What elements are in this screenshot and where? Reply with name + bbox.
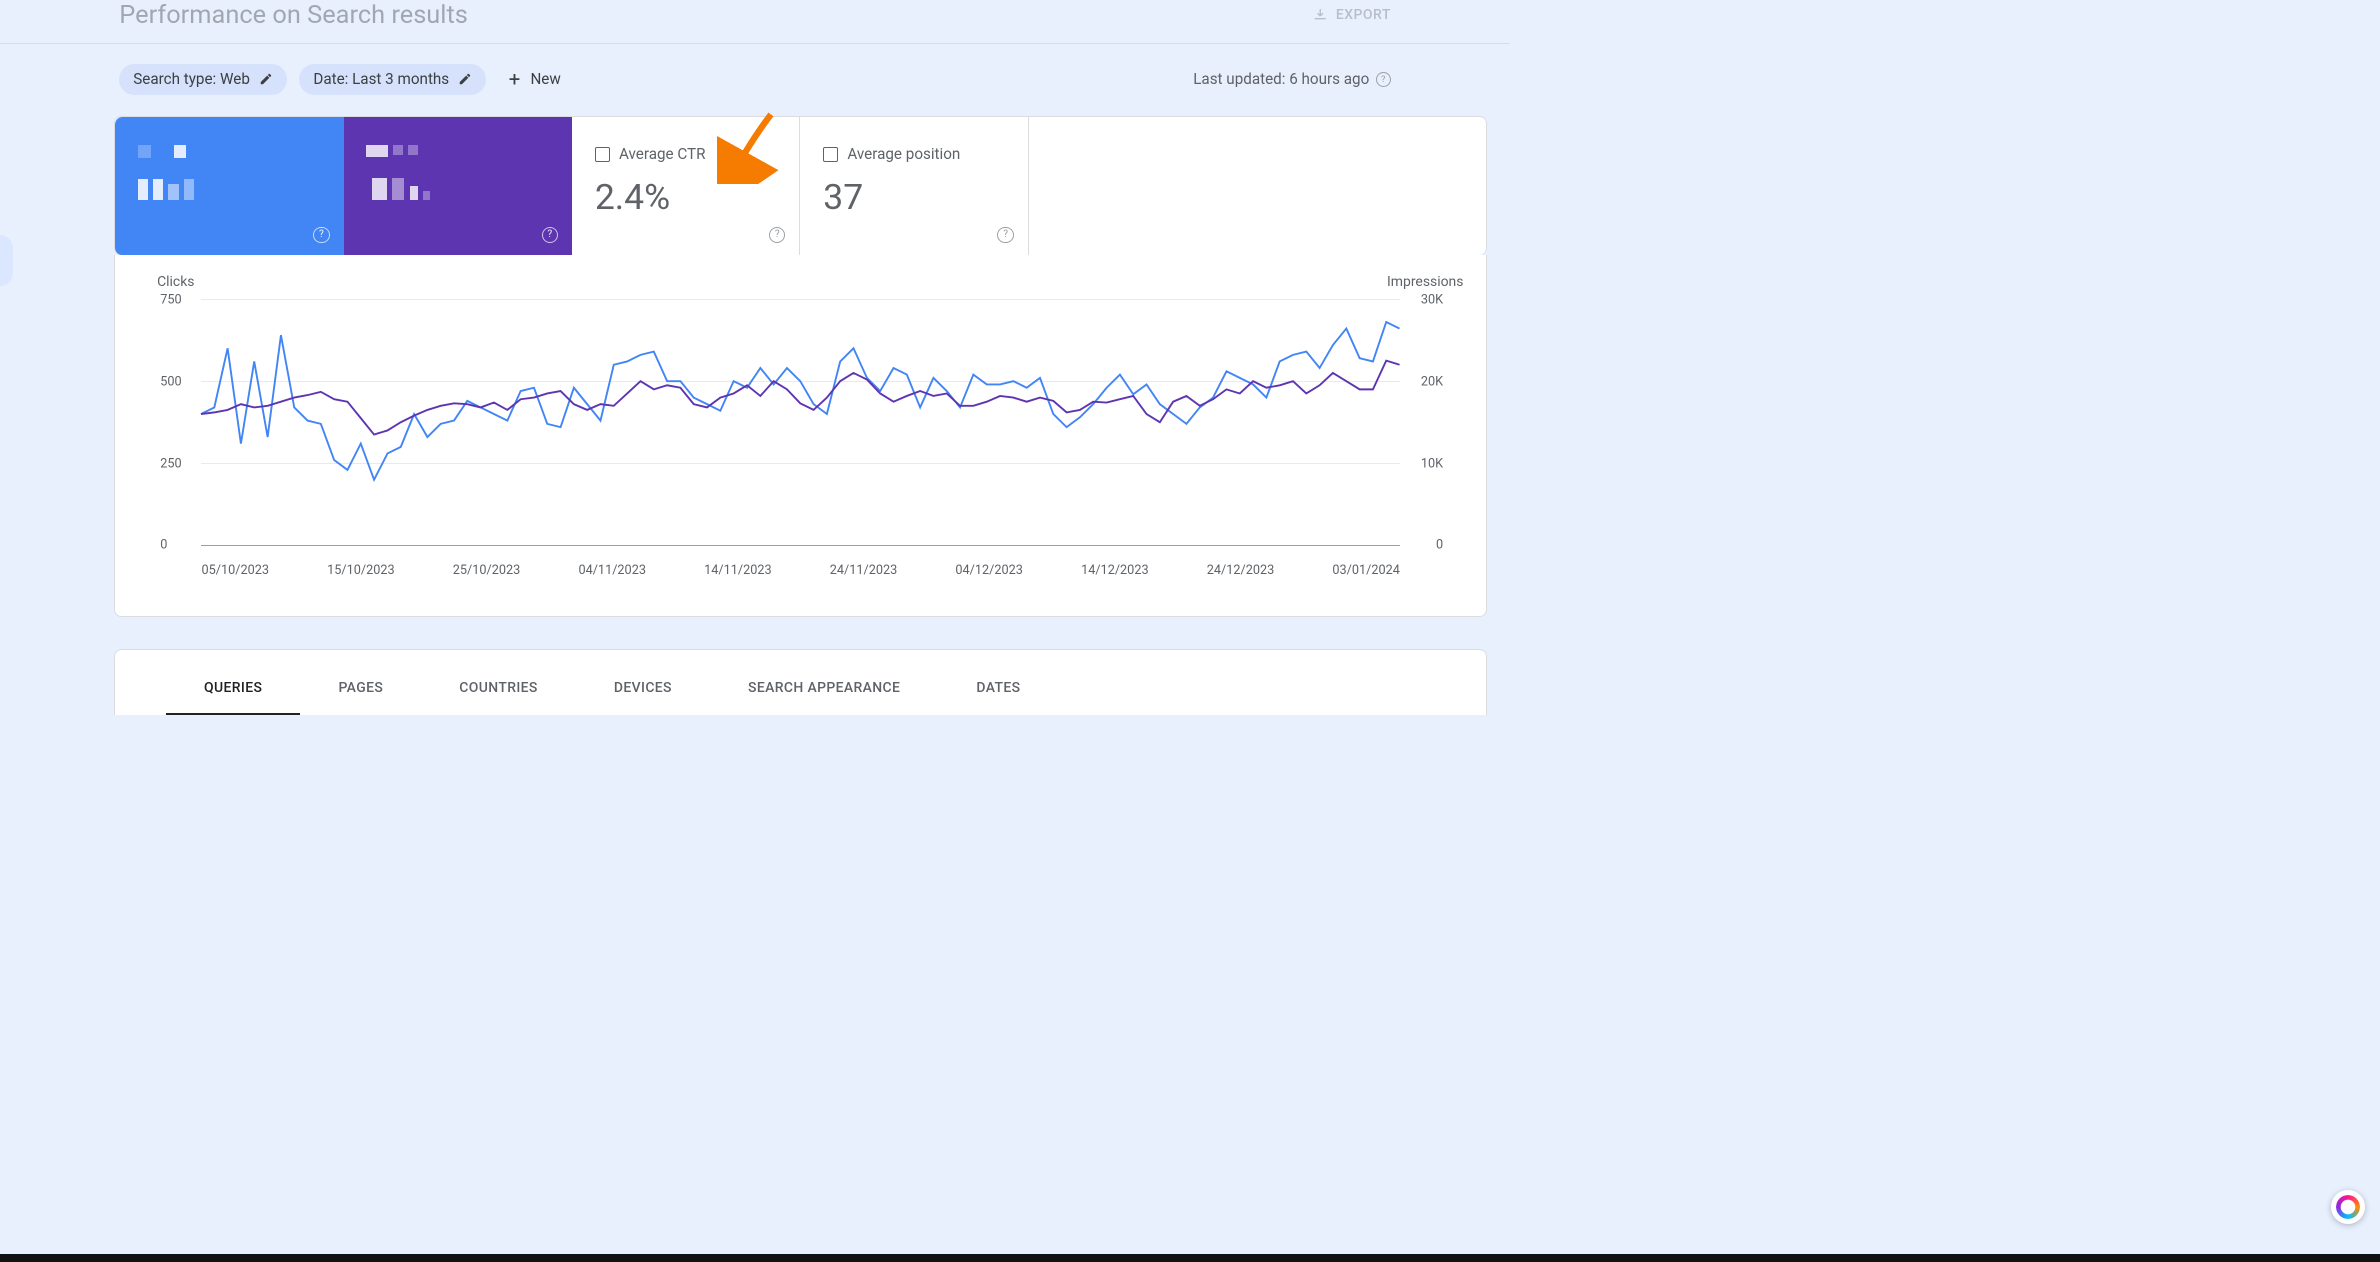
bottom-bar bbox=[0, 1254, 2380, 1262]
x-tick: 04/11/2023 bbox=[578, 563, 646, 578]
x-tick: 03/01/2024 bbox=[1332, 563, 1400, 578]
help-icon[interactable]: ? bbox=[542, 227, 558, 243]
tabs-card: QUERIES PAGES COUNTRIES DEVICES SEARCH A… bbox=[114, 649, 1487, 715]
help-icon[interactable]: ? bbox=[313, 227, 329, 243]
redacted-label bbox=[366, 145, 549, 156]
tab-queries[interactable]: QUERIES bbox=[166, 671, 300, 714]
tab-dates[interactable]: DATES bbox=[938, 671, 1058, 714]
y-left-tick: 750 bbox=[160, 292, 181, 307]
checkbox-icon[interactable] bbox=[595, 147, 610, 162]
metric-ctr-value: 2.4% bbox=[595, 176, 777, 218]
chart-plot-area[interactable]: 75030K 50020K 25010K 00 bbox=[201, 299, 1400, 546]
help-icon[interactable]: ? bbox=[997, 227, 1013, 243]
y-left-tick: 500 bbox=[160, 375, 181, 390]
filters-row: Search type: Web Date: Last 3 months + N… bbox=[0, 44, 1510, 117]
metric-total-clicks[interactable]: ? bbox=[115, 117, 343, 254]
redacted-value bbox=[366, 178, 549, 200]
tab-devices[interactable]: DEVICES bbox=[576, 671, 710, 714]
y-right-tick: 0 bbox=[1436, 538, 1443, 553]
help-icon[interactable]: ? bbox=[769, 227, 785, 243]
y-left-axis-label: Clicks bbox=[157, 274, 194, 290]
y-right-tick: 20K bbox=[1421, 375, 1443, 390]
metric-total-impressions[interactable]: ? bbox=[344, 117, 572, 254]
y-right-axis-label: Impressions bbox=[1387, 274, 1463, 290]
chart-card: Clicks Impressions 75030K 50020K 25010K … bbox=[114, 255, 1487, 618]
pencil-icon bbox=[259, 72, 273, 86]
last-updated-text: Last updated: 6 hours ago bbox=[1193, 70, 1369, 88]
tab-countries[interactable]: COUNTRIES bbox=[421, 671, 576, 714]
x-tick: 04/12/2023 bbox=[955, 563, 1023, 578]
x-tick: 14/11/2023 bbox=[704, 563, 772, 578]
export-button[interactable]: EXPORT bbox=[1312, 7, 1391, 23]
filter-date[interactable]: Date: Last 3 months bbox=[299, 64, 486, 95]
y-left-tick: 0 bbox=[160, 538, 167, 553]
metric-position-value: 37 bbox=[823, 176, 1005, 218]
page-title: Performance on Search results bbox=[119, 0, 468, 30]
x-tick: 14/12/2023 bbox=[1081, 563, 1149, 578]
new-label: New bbox=[530, 70, 560, 88]
chart-lines bbox=[201, 299, 1400, 545]
tab-search-appearance[interactable]: SEARCH APPEARANCE bbox=[710, 671, 938, 714]
x-tick: 15/10/2023 bbox=[327, 563, 395, 578]
export-label: EXPORT bbox=[1336, 7, 1391, 23]
metrics-card: ? ? Averag bbox=[114, 116, 1487, 254]
y-right-tick: 30K bbox=[1421, 292, 1443, 307]
x-tick: 24/12/2023 bbox=[1207, 563, 1275, 578]
filter-search-type-label: Search type: Web bbox=[133, 70, 250, 88]
assistant-icon bbox=[2336, 1195, 2360, 1219]
plus-icon: + bbox=[509, 69, 521, 89]
side-decoration bbox=[0, 235, 13, 286]
floating-assistant-button[interactable] bbox=[2331, 1190, 2365, 1224]
metric-ctr-label: Average CTR bbox=[619, 145, 706, 163]
last-updated: Last updated: 6 hours ago ? bbox=[1193, 70, 1391, 88]
metric-position-label: Average position bbox=[847, 145, 960, 163]
filter-date-label: Date: Last 3 months bbox=[313, 70, 449, 88]
redacted-label bbox=[138, 145, 321, 158]
redacted-value bbox=[138, 179, 321, 199]
tab-pages[interactable]: PAGES bbox=[300, 671, 421, 714]
metric-average-position[interactable]: Average position 37 ? bbox=[800, 117, 1028, 254]
y-right-tick: 10K bbox=[1421, 457, 1443, 472]
export-icon bbox=[1312, 7, 1328, 23]
metric-average-ctr[interactable]: Average CTR 2.4% ? bbox=[572, 117, 800, 254]
checkbox-icon[interactable] bbox=[823, 147, 838, 162]
y-left-tick: 250 bbox=[160, 457, 181, 472]
pencil-icon bbox=[458, 72, 472, 86]
header-row: Performance on Search results EXPORT bbox=[0, 0, 1510, 44]
x-tick: 05/10/2023 bbox=[201, 563, 269, 578]
add-filter-button[interactable]: + New bbox=[499, 69, 561, 89]
x-axis-ticks: 05/10/2023 15/10/2023 25/10/2023 04/11/2023… bbox=[201, 563, 1400, 578]
filter-search-type[interactable]: Search type: Web bbox=[119, 64, 286, 95]
x-tick: 24/11/2023 bbox=[830, 563, 898, 578]
help-icon[interactable]: ? bbox=[1376, 72, 1391, 87]
x-tick: 25/10/2023 bbox=[453, 563, 521, 578]
